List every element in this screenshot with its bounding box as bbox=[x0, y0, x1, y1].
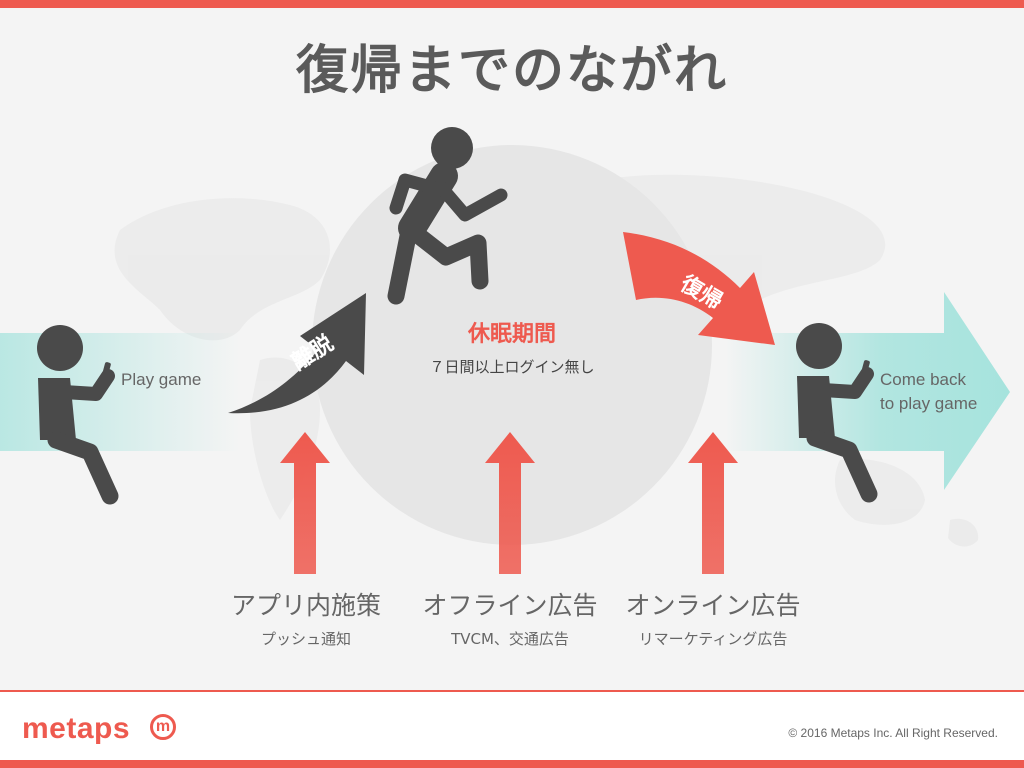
bottom-accent-bar bbox=[0, 760, 1024, 768]
copyright-text: © 2016 Metaps Inc. All Right Reserved. bbox=[788, 726, 998, 740]
measure-online-subtitle: リマーケティング広告 bbox=[638, 630, 788, 648]
measure-in-app-subtitle: プッシュ通知 bbox=[260, 630, 351, 648]
metaps-logo: metaps bbox=[22, 712, 131, 745]
footer: metaps m © 2016 Metaps Inc. All Right Re… bbox=[0, 690, 1024, 762]
dormant-period-subtitle: ７日間以上ログイン無し bbox=[429, 358, 595, 376]
dormant-period-title: 休眠期間 bbox=[467, 322, 556, 347]
measure-online-title: オンライン広告 bbox=[625, 591, 801, 620]
measure-offline-title: オフライン広告 bbox=[422, 591, 598, 620]
measure-arrow-online bbox=[688, 432, 738, 574]
flow-band-left bbox=[0, 333, 240, 451]
come-back-line-2: to play game bbox=[880, 394, 978, 413]
metaps-logo-mark-icon: m bbox=[150, 714, 176, 740]
measure-in-app-title: アプリ内施策 bbox=[230, 591, 381, 620]
measure-offline-subtitle: TVCM、交通広告 bbox=[451, 630, 569, 648]
